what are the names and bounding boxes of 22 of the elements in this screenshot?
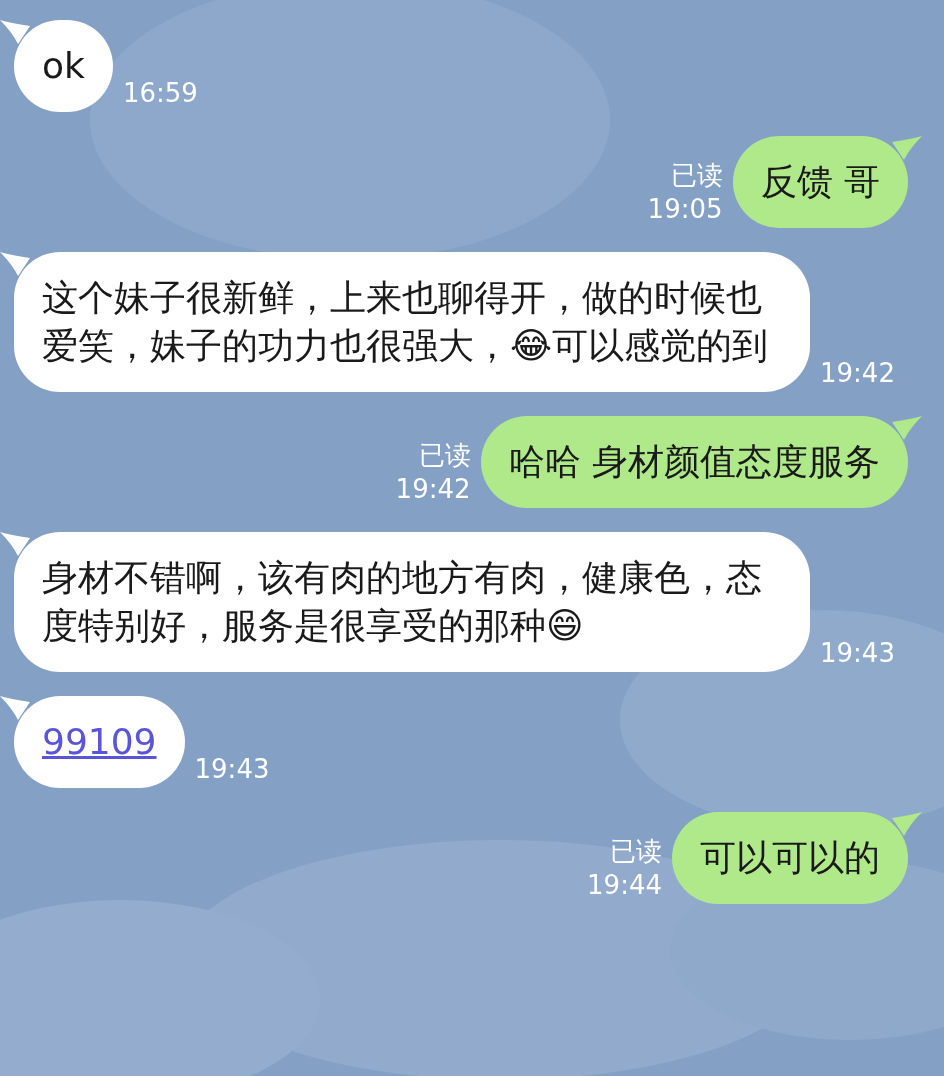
- read-receipt: 已读: [418, 439, 471, 472]
- message-time: 19:43: [194, 753, 270, 786]
- read-receipt: 已读: [670, 159, 723, 192]
- message-bubble: 哈哈 身材颜值态度服务: [480, 416, 908, 508]
- number-link[interactable]: 99109: [42, 721, 157, 762]
- bubble-tail: [892, 812, 922, 836]
- bubble-tail: [892, 136, 922, 160]
- bubble-tail: [892, 416, 922, 440]
- bubble-tail: [0, 20, 30, 44]
- message-time: 16:59: [122, 77, 198, 110]
- bubble-tail: [0, 696, 30, 720]
- message-time: 19:42: [395, 473, 471, 506]
- message-bubble: 身材不错啊，该有肉的地方有肉，健康色，态度特别好，服务是很享受的那种😄: [14, 532, 810, 672]
- message-time: 19:44: [587, 869, 662, 902]
- read-receipt: 已读: [610, 835, 662, 868]
- bubble-tail: [0, 252, 30, 276]
- message-bubble: 可以可以的: [672, 812, 908, 904]
- message-time: 19:42: [820, 357, 895, 390]
- message-bubble: 这个妹子很新鲜，上来也聊得开，做的时候也爱笑，妹子的功力也很强大，😂可以感觉的到: [14, 252, 810, 392]
- message-time: 19:05: [647, 193, 723, 226]
- bubble-tail: [0, 532, 30, 556]
- message-time: 19:43: [820, 637, 895, 670]
